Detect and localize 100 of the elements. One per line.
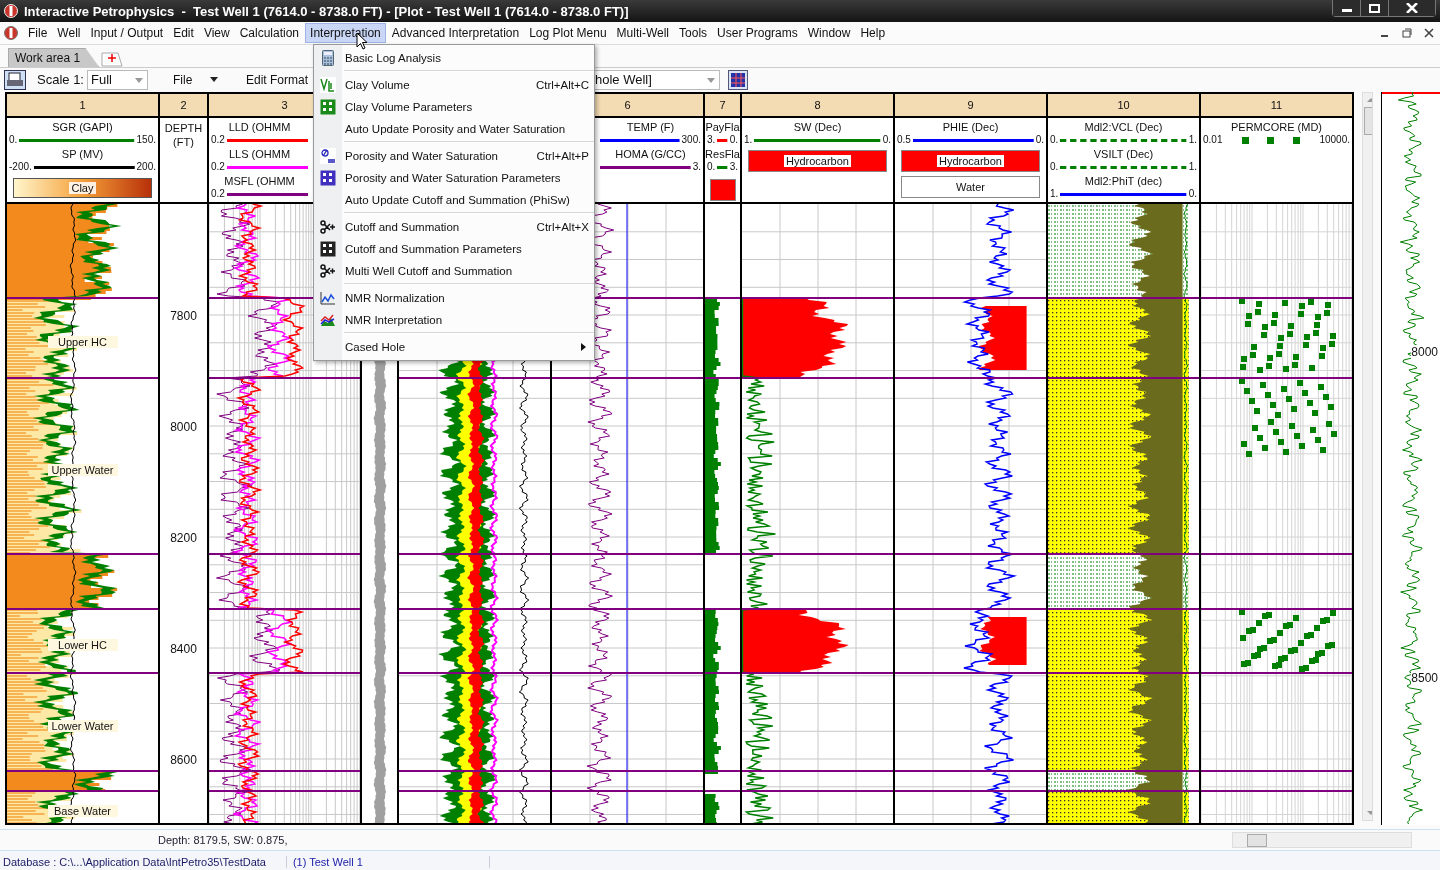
calculator-icon	[322, 50, 334, 66]
menu-entry[interactable]: Porosity and Water Saturation Parameters	[314, 167, 594, 189]
caret-icon	[135, 77, 143, 83]
table-icon	[320, 99, 336, 115]
depth-label: 8000	[169, 420, 198, 434]
scale-min: 3.	[707, 134, 716, 146]
curve-name: SP (MV)	[61, 148, 104, 161]
table-icon	[320, 241, 336, 257]
menu-entry[interactable]: Cutoff and Summation Ctrl+Alt+X	[314, 216, 594, 238]
restore-icon[interactable]	[1402, 28, 1412, 38]
menu-entry[interactable]: NMR Interpretation	[314, 309, 594, 331]
menu-entry[interactable]: Cased Hole	[314, 336, 594, 358]
well-name: (1) Test Well 1	[286, 856, 490, 868]
menu-item[interactable]: File	[24, 24, 52, 42]
menu-item[interactable]: View	[199, 24, 234, 42]
scale-max: 0.	[1188, 188, 1197, 200]
menu-entry[interactable]: Cutoff and Summation Parameters	[314, 238, 594, 260]
new-tab-icon[interactable]	[101, 51, 124, 67]
curve-name: Mdl2:PhiT (dec)	[1084, 175, 1163, 188]
zone-label: Base Water	[47, 805, 118, 817]
curve-name: PHIE (Dec)	[942, 121, 999, 134]
app-logo-icon	[4, 26, 18, 40]
scale-max: 0.	[1035, 134, 1044, 146]
menu-item[interactable]: Input / Output	[86, 24, 168, 42]
menu-item[interactable]: Edit	[169, 24, 198, 42]
menu-entry[interactable]: Multi Well Cutoff and Summation	[314, 260, 594, 282]
menu-entry[interactable]: Clay Volume Parameters	[314, 96, 594, 118]
menu-item[interactable]: Multi-Well	[612, 24, 674, 42]
restore-icon	[1368, 3, 1381, 13]
scale-max: 0.	[882, 134, 891, 146]
menu-item[interactable]: Advanced Interpretation	[387, 24, 524, 42]
depth-label: 8500	[1411, 671, 1438, 685]
close-button[interactable]	[1389, 0, 1435, 16]
fill-legend: Hydrocarbon	[901, 150, 1040, 172]
line-chart-icon	[320, 291, 336, 305]
menu-entry[interactable]: Auto Update Cutoff and Summation (PhiSw)	[314, 189, 594, 211]
menu-item[interactable]: User Programs	[713, 24, 802, 42]
track-number: 7	[719, 99, 726, 111]
curve-name: PERMCORE (MD)	[1230, 121, 1323, 134]
minimize-button[interactable]	[1333, 0, 1361, 16]
depth-label: 8600	[169, 753, 198, 767]
scale-max: 0.	[729, 134, 738, 146]
menu-entry[interactable]: Porosity and Water Saturation Ctrl+Alt+P	[314, 145, 594, 167]
scale-max: 3.	[692, 161, 701, 173]
menu-item[interactable]: Log Plot Menu	[525, 24, 611, 42]
zone-label: Upper HC	[47, 336, 118, 348]
file-dropdown-button[interactable]: File	[173, 72, 225, 87]
clay-gradient-legend: Clay	[13, 178, 152, 198]
scissors-icon	[320, 220, 336, 234]
track-number: 8	[814, 99, 821, 111]
menu-entry[interactable]: Basic Log Analysis	[314, 47, 594, 69]
curve-name: ResFla	[705, 148, 740, 161]
menu-entry[interactable]: NMR Normalization	[314, 287, 594, 309]
track-number: 9	[967, 99, 974, 111]
track-number: 2	[180, 99, 187, 111]
scale-max: 300.	[681, 134, 701, 146]
database-path: Database : C:\...\Application Data\IntPetro35\TestData	[0, 856, 287, 868]
menu-item[interactable]: Well	[53, 24, 85, 42]
curve-name: MSFL (OHMM	[224, 175, 295, 188]
work-area-tab[interactable]: Work area 1	[8, 48, 100, 67]
table-icon	[320, 170, 336, 186]
scale-min: 0.	[9, 134, 18, 146]
fill-legend: Hydrocarbon	[748, 150, 887, 172]
curve-name: SGR (GAPI)	[52, 121, 113, 134]
scissors-icon	[320, 264, 336, 278]
scale-max: 200.	[136, 161, 156, 173]
track-number: 11	[1270, 99, 1283, 111]
scale-max: 150.	[136, 134, 156, 146]
scale-min: 0.	[1050, 134, 1059, 146]
vertical-scrollbar[interactable]	[1362, 92, 1373, 821]
menu-item[interactable]: Help	[856, 24, 890, 42]
fill-legend: Water	[901, 176, 1040, 198]
scale-label: Scale 1:	[37, 72, 85, 87]
scale-min: 1.	[1050, 188, 1059, 200]
close-icon[interactable]	[1424, 28, 1434, 38]
window-title: Interactive Petrophysics - Test Well 1 (7614.0 - 8738.0 FT) - [Plot - Test Well 1 (7614.0 - 8738.0 FT)]	[24, 3, 629, 19]
curve-name: SW (Dec)	[793, 121, 842, 134]
scale-min: 0.	[707, 161, 716, 173]
horizontal-scrollbar[interactable]	[1232, 832, 1412, 848]
curve-name: TEMP (F)	[626, 121, 675, 134]
menu-item[interactable]: Tools	[675, 24, 712, 42]
curve-name: HOMA (G/CC)	[615, 148, 686, 161]
menu-entry[interactable]: Auto Update Porosity and Water Saturation	[314, 118, 594, 140]
depth-readout: Depth: 8179.5, SW: 0.875,	[158, 834, 288, 846]
curve-name: VSILT (Dec)	[1093, 148, 1154, 161]
menu-item[interactable]: Calculation	[235, 24, 304, 42]
menu-item[interactable]: Interpretation	[305, 23, 386, 43]
shaded-area	[978, 306, 1027, 370]
zone-label: Lower HC	[47, 639, 118, 651]
menu-entry[interactable]: Clay Volume Ctrl+Alt+C	[314, 74, 594, 96]
app-logo-icon	[4, 4, 18, 18]
restore-button[interactable]	[1361, 0, 1389, 16]
grid-icon[interactable]	[728, 69, 748, 90]
track-number: 3	[281, 99, 288, 111]
scale-dropdown[interactable]: Full	[87, 69, 148, 90]
print-icon[interactable]	[4, 69, 26, 90]
caret-icon	[707, 77, 715, 83]
menu-item[interactable]: Window	[803, 24, 855, 42]
edit-format-button[interactable]: Edit Format	[246, 72, 310, 87]
depth-label: 8200	[169, 531, 198, 545]
